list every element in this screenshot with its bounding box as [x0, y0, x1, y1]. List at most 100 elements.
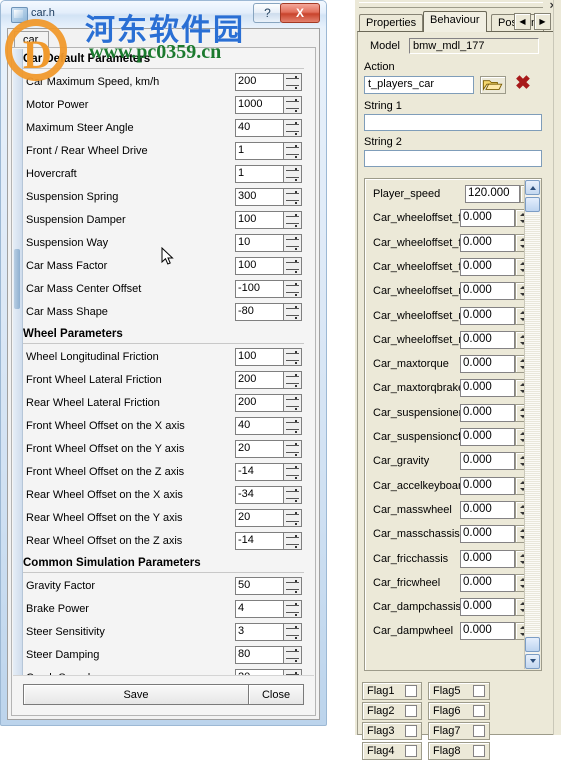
spinner-buttons[interactable] — [283, 463, 302, 481]
spinner-buttons[interactable] — [283, 280, 302, 298]
spinner-buttons[interactable] — [283, 96, 302, 114]
spinner-buttons[interactable] — [283, 417, 302, 435]
parameter-input[interactable]: 200 — [235, 73, 283, 91]
parameter-input[interactable]: -100 — [235, 280, 283, 298]
string1-field[interactable] — [364, 114, 542, 131]
behaviour-parameter-input[interactable]: 0.000 — [460, 476, 515, 495]
behaviour-parameter-input[interactable]: 0.000 — [460, 622, 515, 641]
behaviour-parameter-input[interactable]: 0.000 — [460, 233, 515, 252]
spinner-buttons[interactable] — [283, 600, 302, 618]
spinner-buttons[interactable] — [283, 486, 302, 504]
close-button[interactable]: Close — [248, 684, 304, 705]
parameter-input[interactable]: 1000 — [235, 96, 283, 114]
flag-checkbox-row[interactable]: Flag7 — [428, 722, 490, 740]
parameter-input[interactable]: 100 — [235, 257, 283, 275]
flag-checkbox[interactable] — [473, 685, 485, 697]
title-bar[interactable]: car.h ? X — [1, 1, 326, 27]
spinner-buttons[interactable] — [283, 394, 302, 412]
parameter-spinner[interactable]: -80 — [235, 303, 302, 321]
parameter-spinner[interactable]: 1 — [235, 165, 302, 183]
behaviour-parameter-input[interactable]: 0.000 — [460, 379, 515, 398]
open-folder-icon[interactable] — [480, 76, 506, 94]
parameter-spinner[interactable]: 50 — [235, 577, 302, 595]
spinner-buttons[interactable] — [283, 234, 302, 252]
scrollbar-thumb-bottom[interactable] — [525, 637, 540, 652]
parameter-input[interactable]: 200 — [235, 394, 283, 412]
parameter-spinner[interactable]: 40 — [235, 119, 302, 137]
tab-car[interactable]: car — [14, 31, 50, 48]
spinner-buttons[interactable] — [283, 509, 302, 527]
parameter-spinner[interactable]: 10 — [235, 234, 302, 252]
red-x-icon[interactable]: ✖ — [515, 74, 531, 93]
behaviour-parameter-input[interactable]: 0.000 — [460, 403, 515, 422]
spinner-buttons[interactable] — [283, 371, 302, 389]
parameter-input[interactable]: 80 — [235, 646, 283, 664]
behaviour-parameter-input[interactable]: 0.000 — [460, 330, 515, 349]
behaviour-parameter-input[interactable]: 0.000 — [460, 257, 515, 276]
spinner-buttons[interactable] — [283, 623, 302, 641]
parameter-input[interactable]: -14 — [235, 532, 283, 550]
behaviour-parameter-input[interactable]: 0.000 — [460, 428, 515, 446]
parameter-input[interactable]: -34 — [235, 486, 283, 504]
parameter-input[interactable]: 1 — [235, 142, 283, 160]
behaviour-parameter-input[interactable]: 0.000 — [460, 598, 515, 617]
spinner-buttons[interactable] — [283, 532, 302, 550]
parameter-spinner[interactable]: 20 — [235, 440, 302, 458]
spinner-buttons[interactable] — [283, 257, 302, 275]
parameter-input[interactable]: 100 — [235, 211, 283, 229]
parameter-spinner[interactable]: 3 — [235, 623, 302, 641]
spinner-buttons[interactable] — [283, 119, 302, 137]
scroll-up-icon[interactable] — [525, 180, 540, 195]
parameter-spinner[interactable]: 1000 — [235, 96, 302, 114]
behaviour-parameter-input[interactable]: 0.000 — [460, 452, 515, 471]
close-window-button[interactable]: X — [280, 3, 320, 23]
action-field[interactable]: t_players_car — [364, 76, 474, 94]
parameter-input[interactable]: 3 — [235, 623, 283, 641]
parameter-input[interactable]: 4 — [235, 600, 283, 618]
parameter-input[interactable]: 50 — [235, 577, 283, 595]
parameter-input[interactable]: 1 — [235, 165, 283, 183]
behaviour-parameter-input[interactable]: 0.000 — [460, 355, 515, 374]
parameter-spinner[interactable]: 80 — [235, 646, 302, 664]
scrollbar-track[interactable] — [525, 214, 540, 635]
behaviour-parameter-input[interactable]: 120.000 — [465, 185, 520, 203]
parameter-spinner[interactable]: 100 — [235, 211, 302, 229]
parameter-spinner[interactable]: 4 — [235, 600, 302, 618]
spinner-buttons[interactable] — [283, 165, 302, 183]
behaviour-parameter-input[interactable]: 0.000 — [460, 209, 515, 228]
parameter-input[interactable]: -14 — [235, 463, 283, 481]
parameter-spinner[interactable]: -100 — [235, 280, 302, 298]
tab-scroll-right-icon[interactable]: ▶ — [534, 13, 551, 30]
spinner-buttons[interactable] — [283, 142, 302, 160]
spinner-buttons[interactable] — [283, 303, 302, 321]
behaviour-parameter-input[interactable]: 0.000 — [460, 500, 515, 519]
parameter-input[interactable]: 10 — [235, 234, 283, 252]
parameter-spinner[interactable]: -14 — [235, 463, 302, 481]
parameter-spinner[interactable]: 300 — [235, 188, 302, 206]
parameter-input[interactable]: 40 — [235, 417, 283, 435]
parameter-spinner[interactable]: 1 — [235, 142, 302, 160]
help-button[interactable]: ? — [253, 3, 282, 23]
flag-checkbox[interactable] — [473, 745, 485, 757]
parameter-input[interactable]: -80 — [235, 303, 283, 321]
spinner-buttons[interactable] — [283, 188, 302, 206]
flag-checkbox-row[interactable]: Flag8 — [428, 742, 490, 760]
spinner-buttons[interactable] — [283, 73, 302, 91]
parameter-input[interactable]: 20 — [235, 509, 283, 527]
save-button[interactable]: Save — [23, 684, 249, 705]
behaviour-parameter-input[interactable]: 0.000 — [460, 573, 515, 592]
spinner-buttons[interactable] — [283, 348, 302, 366]
parameter-input[interactable]: 40 — [235, 119, 283, 137]
string2-field[interactable] — [364, 150, 542, 167]
parameter-spinner[interactable]: 20 — [235, 509, 302, 527]
spinner-buttons[interactable] — [283, 646, 302, 664]
flag-checkbox[interactable] — [473, 725, 485, 737]
parameter-spinner[interactable]: -34 — [235, 486, 302, 504]
parameter-spinner[interactable]: -14 — [235, 532, 302, 550]
parameter-input[interactable]: 20 — [235, 440, 283, 458]
panel-grip[interactable] — [359, 2, 543, 8]
parameter-spinner[interactable]: 200 — [235, 394, 302, 412]
tab-properties[interactable]: Properties — [359, 14, 424, 32]
parameter-spinner[interactable]: 40 — [235, 417, 302, 435]
parameters-scrollbar[interactable] — [524, 180, 540, 669]
